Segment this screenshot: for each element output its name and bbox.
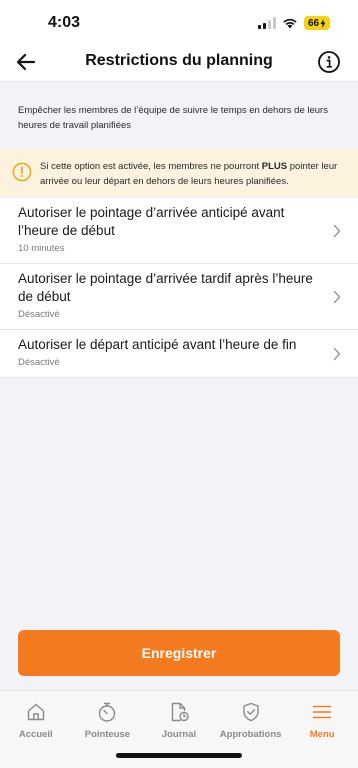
- exclamation-circle-icon: [12, 162, 32, 182]
- chevron-right-icon: [333, 224, 341, 237]
- battery-icon: 66: [304, 16, 330, 30]
- setting-early-clock-out[interactable]: Autoriser le départ anticipé avant l’heu…: [0, 330, 358, 378]
- chevron-right-icon: [333, 290, 341, 303]
- status-bar: 4:03 66: [0, 0, 358, 44]
- status-icons: 66: [258, 15, 330, 31]
- info-icon[interactable]: [317, 50, 341, 74]
- setting-title: Autoriser le départ anticipé avant l’heu…: [18, 337, 297, 352]
- setting-value: Désactivé: [18, 357, 60, 368]
- save-button[interactable]: Enregistrer: [18, 630, 340, 676]
- document-clock-icon: [171, 702, 189, 722]
- page-title: Restrictions du planning: [85, 52, 273, 69]
- warning-text-emphasis: PLUS: [261, 161, 288, 172]
- home-indicator: [116, 753, 242, 758]
- tab-label: Pointeuse: [84, 729, 131, 740]
- shield-check-icon: [242, 702, 259, 722]
- tab-accueil[interactable]: Accueil: [0, 691, 72, 768]
- setting-value: 10 minutes: [18, 243, 65, 254]
- chevron-right-icon: [333, 347, 341, 360]
- setting-title: Autoriser le pointage d’arrivée tardif a…: [18, 271, 313, 304]
- cellular-signal-icon: [258, 17, 276, 29]
- setting-value: Désactivé: [18, 309, 60, 320]
- warning-banner: Si cette option est activée, les membres…: [0, 150, 358, 196]
- tab-label: Journal: [161, 729, 197, 740]
- tab-label: Menu: [309, 729, 335, 740]
- battery-level: 66: [307, 17, 320, 29]
- restriction-description: Empêcher les membres de l’équipe de suiv…: [18, 105, 328, 131]
- home-icon: [27, 703, 44, 721]
- navigation-header: Restrictions du planning: [0, 44, 358, 82]
- status-time: 4:03: [48, 14, 81, 31]
- tab-menu[interactable]: Menu: [286, 691, 358, 768]
- wifi-icon: [283, 18, 297, 29]
- setting-title: Autoriser le pointage d’arrivée anticipé…: [18, 205, 285, 238]
- tab-label: Accueil: [18, 729, 53, 740]
- setting-early-clock-in[interactable]: Autoriser le pointage d’arrivée anticipé…: [0, 198, 358, 264]
- warning-text: Si cette option est activée, les membres…: [40, 159, 346, 189]
- hamburger-menu-icon: [312, 705, 332, 719]
- setting-late-clock-in[interactable]: Autoriser le pointage d’arrivée tardif a…: [0, 264, 358, 330]
- settings-list: Autoriser le pointage d’arrivée anticipé…: [0, 198, 358, 378]
- tab-label: Approbations: [219, 729, 282, 740]
- screen: 4:03 66 Restrictions du planning Empêche…: [0, 0, 358, 768]
- warning-text-start: Si cette option est activée, les membres…: [40, 161, 262, 172]
- stopwatch-icon: [99, 702, 116, 722]
